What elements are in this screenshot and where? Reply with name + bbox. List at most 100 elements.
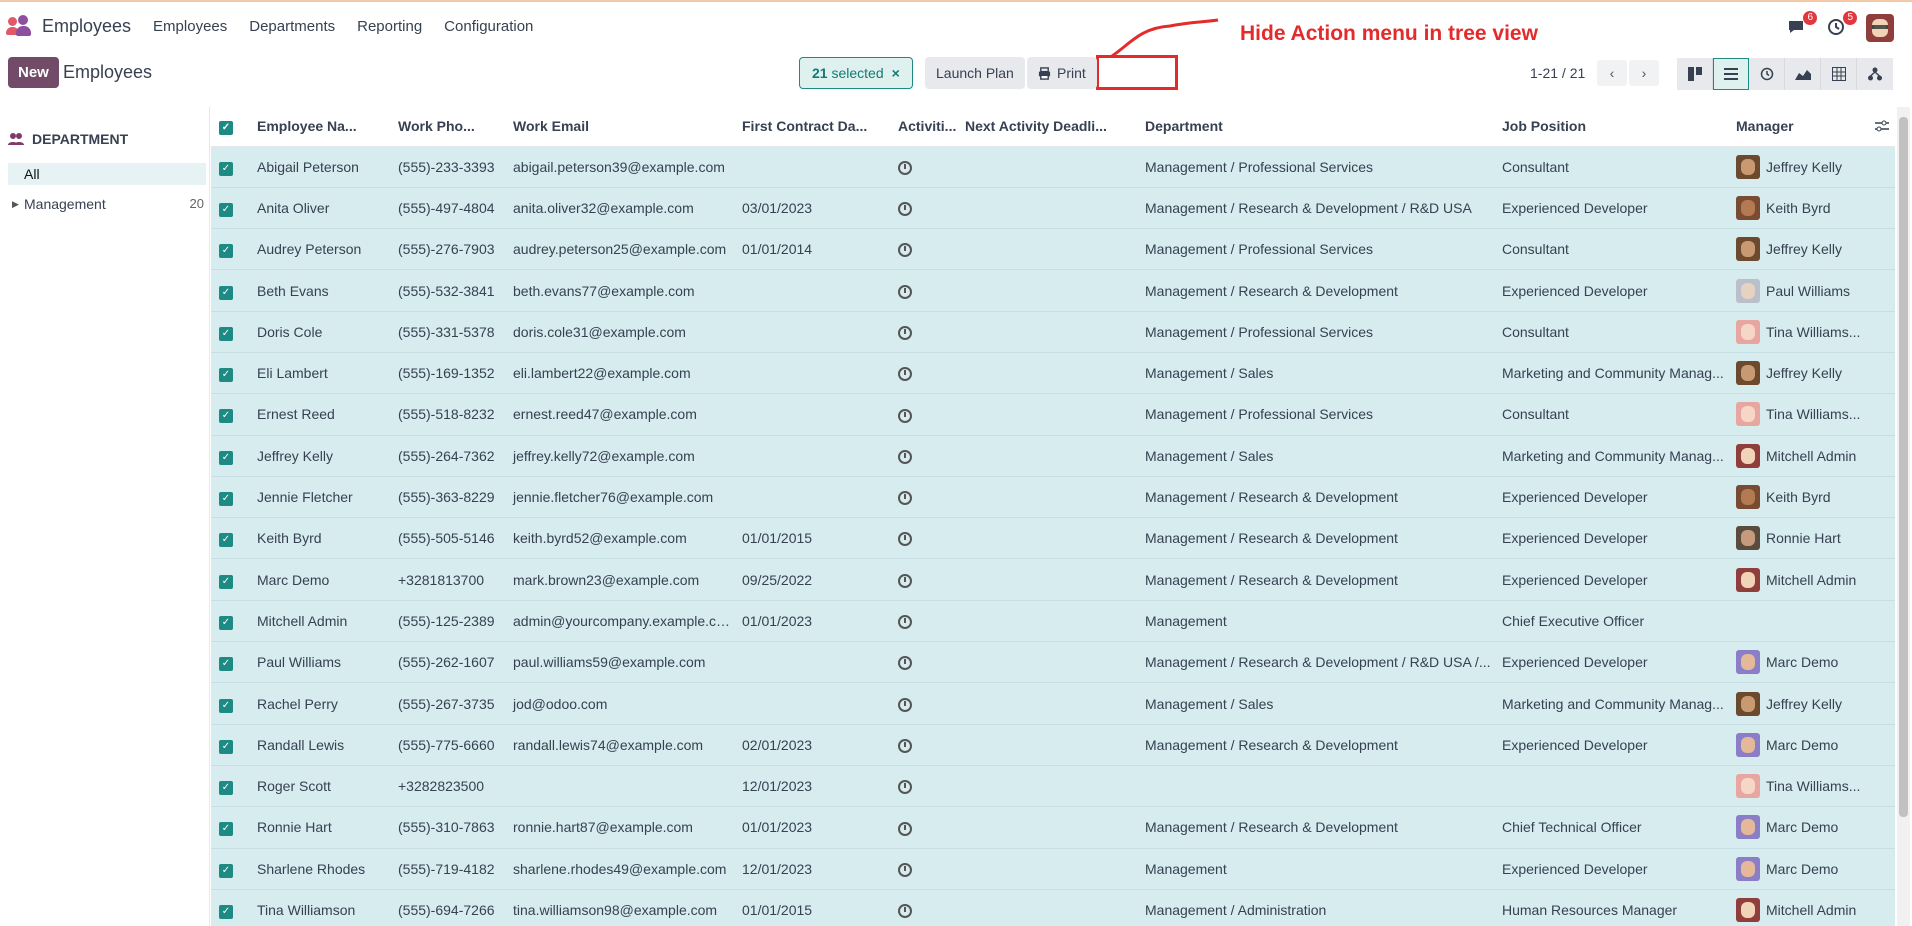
- col-job-position[interactable]: Job Position: [1494, 107, 1728, 147]
- cell-job-position[interactable]: Experienced Developer: [1494, 848, 1728, 890]
- cell-department[interactable]: Management / Research & Development: [1137, 476, 1494, 519]
- col-employee-name[interactable]: Employee Na...: [249, 107, 390, 147]
- cell-department[interactable]: Management: [1137, 848, 1494, 890]
- cell-work-phone[interactable]: (555)-497-4804: [390, 187, 505, 230]
- activity-clock-icon[interactable]: [898, 367, 912, 382]
- caret-right-icon[interactable]: ▶: [8, 193, 24, 215]
- row-checkbox[interactable]: ✓: [211, 476, 249, 519]
- menu-employees[interactable]: Employees: [153, 18, 227, 35]
- print-button[interactable]: Print: [1027, 57, 1097, 89]
- view-activity[interactable]: [1749, 58, 1785, 90]
- cell-department[interactable]: Management / Research & Development: [1137, 269, 1494, 312]
- cell-work-email[interactable]: jennie.fletcher76@example.com: [505, 476, 734, 519]
- cell-work-email[interactable]: ernest.reed47@example.com: [505, 393, 734, 436]
- activity-clock-icon[interactable]: [898, 573, 912, 588]
- cell-department[interactable]: Management / Professional Services: [1137, 228, 1494, 271]
- messages-button[interactable]: 6: [1786, 11, 1817, 39]
- cell-work-phone[interactable]: (555)-233-3393: [390, 146, 505, 188]
- row-checkbox[interactable]: ✓: [211, 435, 249, 477]
- cell-department[interactable]: Management / Sales: [1137, 435, 1494, 477]
- vertical-scrollbar[interactable]: [1897, 107, 1910, 926]
- table-row[interactable]: ✓ Roger Scott +3282823500 12/01/2023 Tina Wi…: [211, 765, 1895, 808]
- cell-work-phone[interactable]: (555)-518-8232: [390, 393, 505, 436]
- row-checkbox[interactable]: ✓: [211, 517, 249, 560]
- cell-work-phone[interactable]: (555)-264-7362: [390, 435, 505, 477]
- row-checkbox[interactable]: ✓: [211, 558, 249, 601]
- cell-manager[interactable]: Jeffrey Kelly: [1728, 146, 1895, 188]
- row-checkbox[interactable]: ✓: [211, 682, 249, 725]
- cell-work-phone[interactable]: +3282823500: [390, 765, 505, 808]
- cell-manager[interactable]: Tina Williams...: [1728, 311, 1895, 353]
- cell-activities[interactable]: [890, 765, 957, 808]
- activity-clock-icon[interactable]: [898, 284, 912, 299]
- row-checkbox[interactable]: ✓: [211, 187, 249, 230]
- cell-first-contract[interactable]: [734, 311, 890, 353]
- cell-first-contract[interactable]: 01/01/2023: [734, 806, 890, 849]
- cell-activities[interactable]: [890, 228, 957, 271]
- select-all-checkbox[interactable]: ✓: [211, 107, 249, 147]
- cell-work-phone[interactable]: (555)-694-7266: [390, 889, 505, 926]
- activity-clock-icon[interactable]: [898, 615, 912, 630]
- cell-employee-name[interactable]: Tina Williamson: [249, 889, 390, 926]
- cell-employee-name[interactable]: Jeffrey Kelly: [249, 435, 390, 477]
- cell-work-email[interactable]: ronnie.hart87@example.com: [505, 806, 734, 849]
- cell-employee-name[interactable]: Audrey Peterson: [249, 228, 390, 271]
- cell-employee-name[interactable]: Sharlene Rhodes: [249, 848, 390, 890]
- menu-departments[interactable]: Departments: [249, 18, 335, 35]
- cell-employee-name[interactable]: Ernest Reed: [249, 393, 390, 436]
- activity-clock-icon[interactable]: [898, 862, 912, 877]
- activity-clock-icon[interactable]: [898, 697, 912, 712]
- cell-work-email[interactable]: admin@yourcompany.example.co...: [505, 600, 734, 643]
- table-row[interactable]: ✓ Sharlene Rhodes (555)-719-4182 sharlene.r…: [211, 848, 1895, 890]
- cell-employee-name[interactable]: Anita Oliver: [249, 187, 390, 230]
- activity-clock-icon[interactable]: [898, 904, 912, 919]
- cell-work-phone[interactable]: (555)-310-7863: [390, 806, 505, 849]
- cell-work-email[interactable]: beth.evans77@example.com: [505, 269, 734, 312]
- view-pivot[interactable]: [1821, 58, 1857, 90]
- row-checkbox[interactable]: ✓: [211, 806, 249, 849]
- cell-work-phone[interactable]: (555)-363-8229: [390, 476, 505, 519]
- table-row[interactable]: ✓ Mitchell Admin (555)-125-2389 admin@yourc…: [211, 600, 1895, 643]
- table-row[interactable]: ✓ Abigail Peterson (555)-233-3393 abigail.p…: [211, 146, 1895, 188]
- row-checkbox[interactable]: ✓: [211, 724, 249, 766]
- cell-employee-name[interactable]: Rachel Perry: [249, 682, 390, 725]
- cell-work-email[interactable]: doris.cole31@example.com: [505, 311, 734, 353]
- cell-department[interactable]: Management / Administration: [1137, 889, 1494, 926]
- cell-activities[interactable]: [890, 848, 957, 890]
- table-row[interactable]: ✓ Beth Evans (555)-532-3841 beth.evans77@ex…: [211, 269, 1895, 312]
- row-checkbox[interactable]: ✓: [211, 393, 249, 436]
- unselect-icon[interactable]: ×: [892, 65, 900, 81]
- cell-first-contract[interactable]: 12/01/2023: [734, 848, 890, 890]
- cell-manager[interactable]: Marc Demo: [1728, 806, 1895, 849]
- cell-department[interactable]: Management / Professional Services: [1137, 146, 1494, 188]
- cell-department[interactable]: Management: [1137, 600, 1494, 643]
- cell-employee-name[interactable]: Jennie Fletcher: [249, 476, 390, 519]
- table-row[interactable]: ✓ Randall Lewis (555)-775-6660 randall.lewi…: [211, 724, 1895, 766]
- cell-employee-name[interactable]: Paul Williams: [249, 641, 390, 684]
- cell-job-position[interactable]: Experienced Developer: [1494, 724, 1728, 766]
- cell-first-contract[interactable]: 01/01/2023: [734, 600, 890, 643]
- cell-first-contract[interactable]: [734, 393, 890, 436]
- cell-work-email[interactable]: keith.byrd52@example.com: [505, 517, 734, 560]
- col-first-contract[interactable]: First Contract Da...: [734, 107, 890, 147]
- row-checkbox[interactable]: ✓: [211, 889, 249, 926]
- cell-department[interactable]: Management / Research & Development / R&…: [1137, 187, 1494, 230]
- cell-department[interactable]: Management / Research & Development: [1137, 724, 1494, 766]
- table-row[interactable]: ✓ Anita Oliver (555)-497-4804 anita.oliver3…: [211, 187, 1895, 230]
- cell-work-email[interactable]: audrey.peterson25@example.com: [505, 228, 734, 271]
- cell-work-phone[interactable]: (555)-267-3735: [390, 682, 505, 725]
- cell-work-email[interactable]: jeffrey.kelly72@example.com: [505, 435, 734, 477]
- cell-activities[interactable]: [890, 146, 957, 188]
- cell-work-phone[interactable]: (555)-719-4182: [390, 848, 505, 890]
- cell-work-phone[interactable]: (555)-532-3841: [390, 269, 505, 312]
- cell-department[interactable]: Management / Research & Development: [1137, 806, 1494, 849]
- cell-work-email[interactable]: anita.oliver32@example.com: [505, 187, 734, 230]
- cell-manager[interactable]: Tina Williams...: [1728, 765, 1895, 808]
- cell-job-position[interactable]: Marketing and Community Manag...: [1494, 352, 1728, 395]
- cell-employee-name[interactable]: Marc Demo: [249, 558, 390, 601]
- table-row[interactable]: ✓ Audrey Peterson (555)-276-7903 audrey.pet…: [211, 228, 1895, 271]
- cell-activities[interactable]: [890, 682, 957, 725]
- cell-first-contract[interactable]: 12/01/2023: [734, 765, 890, 808]
- cell-employee-name[interactable]: Abigail Peterson: [249, 146, 390, 188]
- new-button[interactable]: New: [8, 57, 59, 88]
